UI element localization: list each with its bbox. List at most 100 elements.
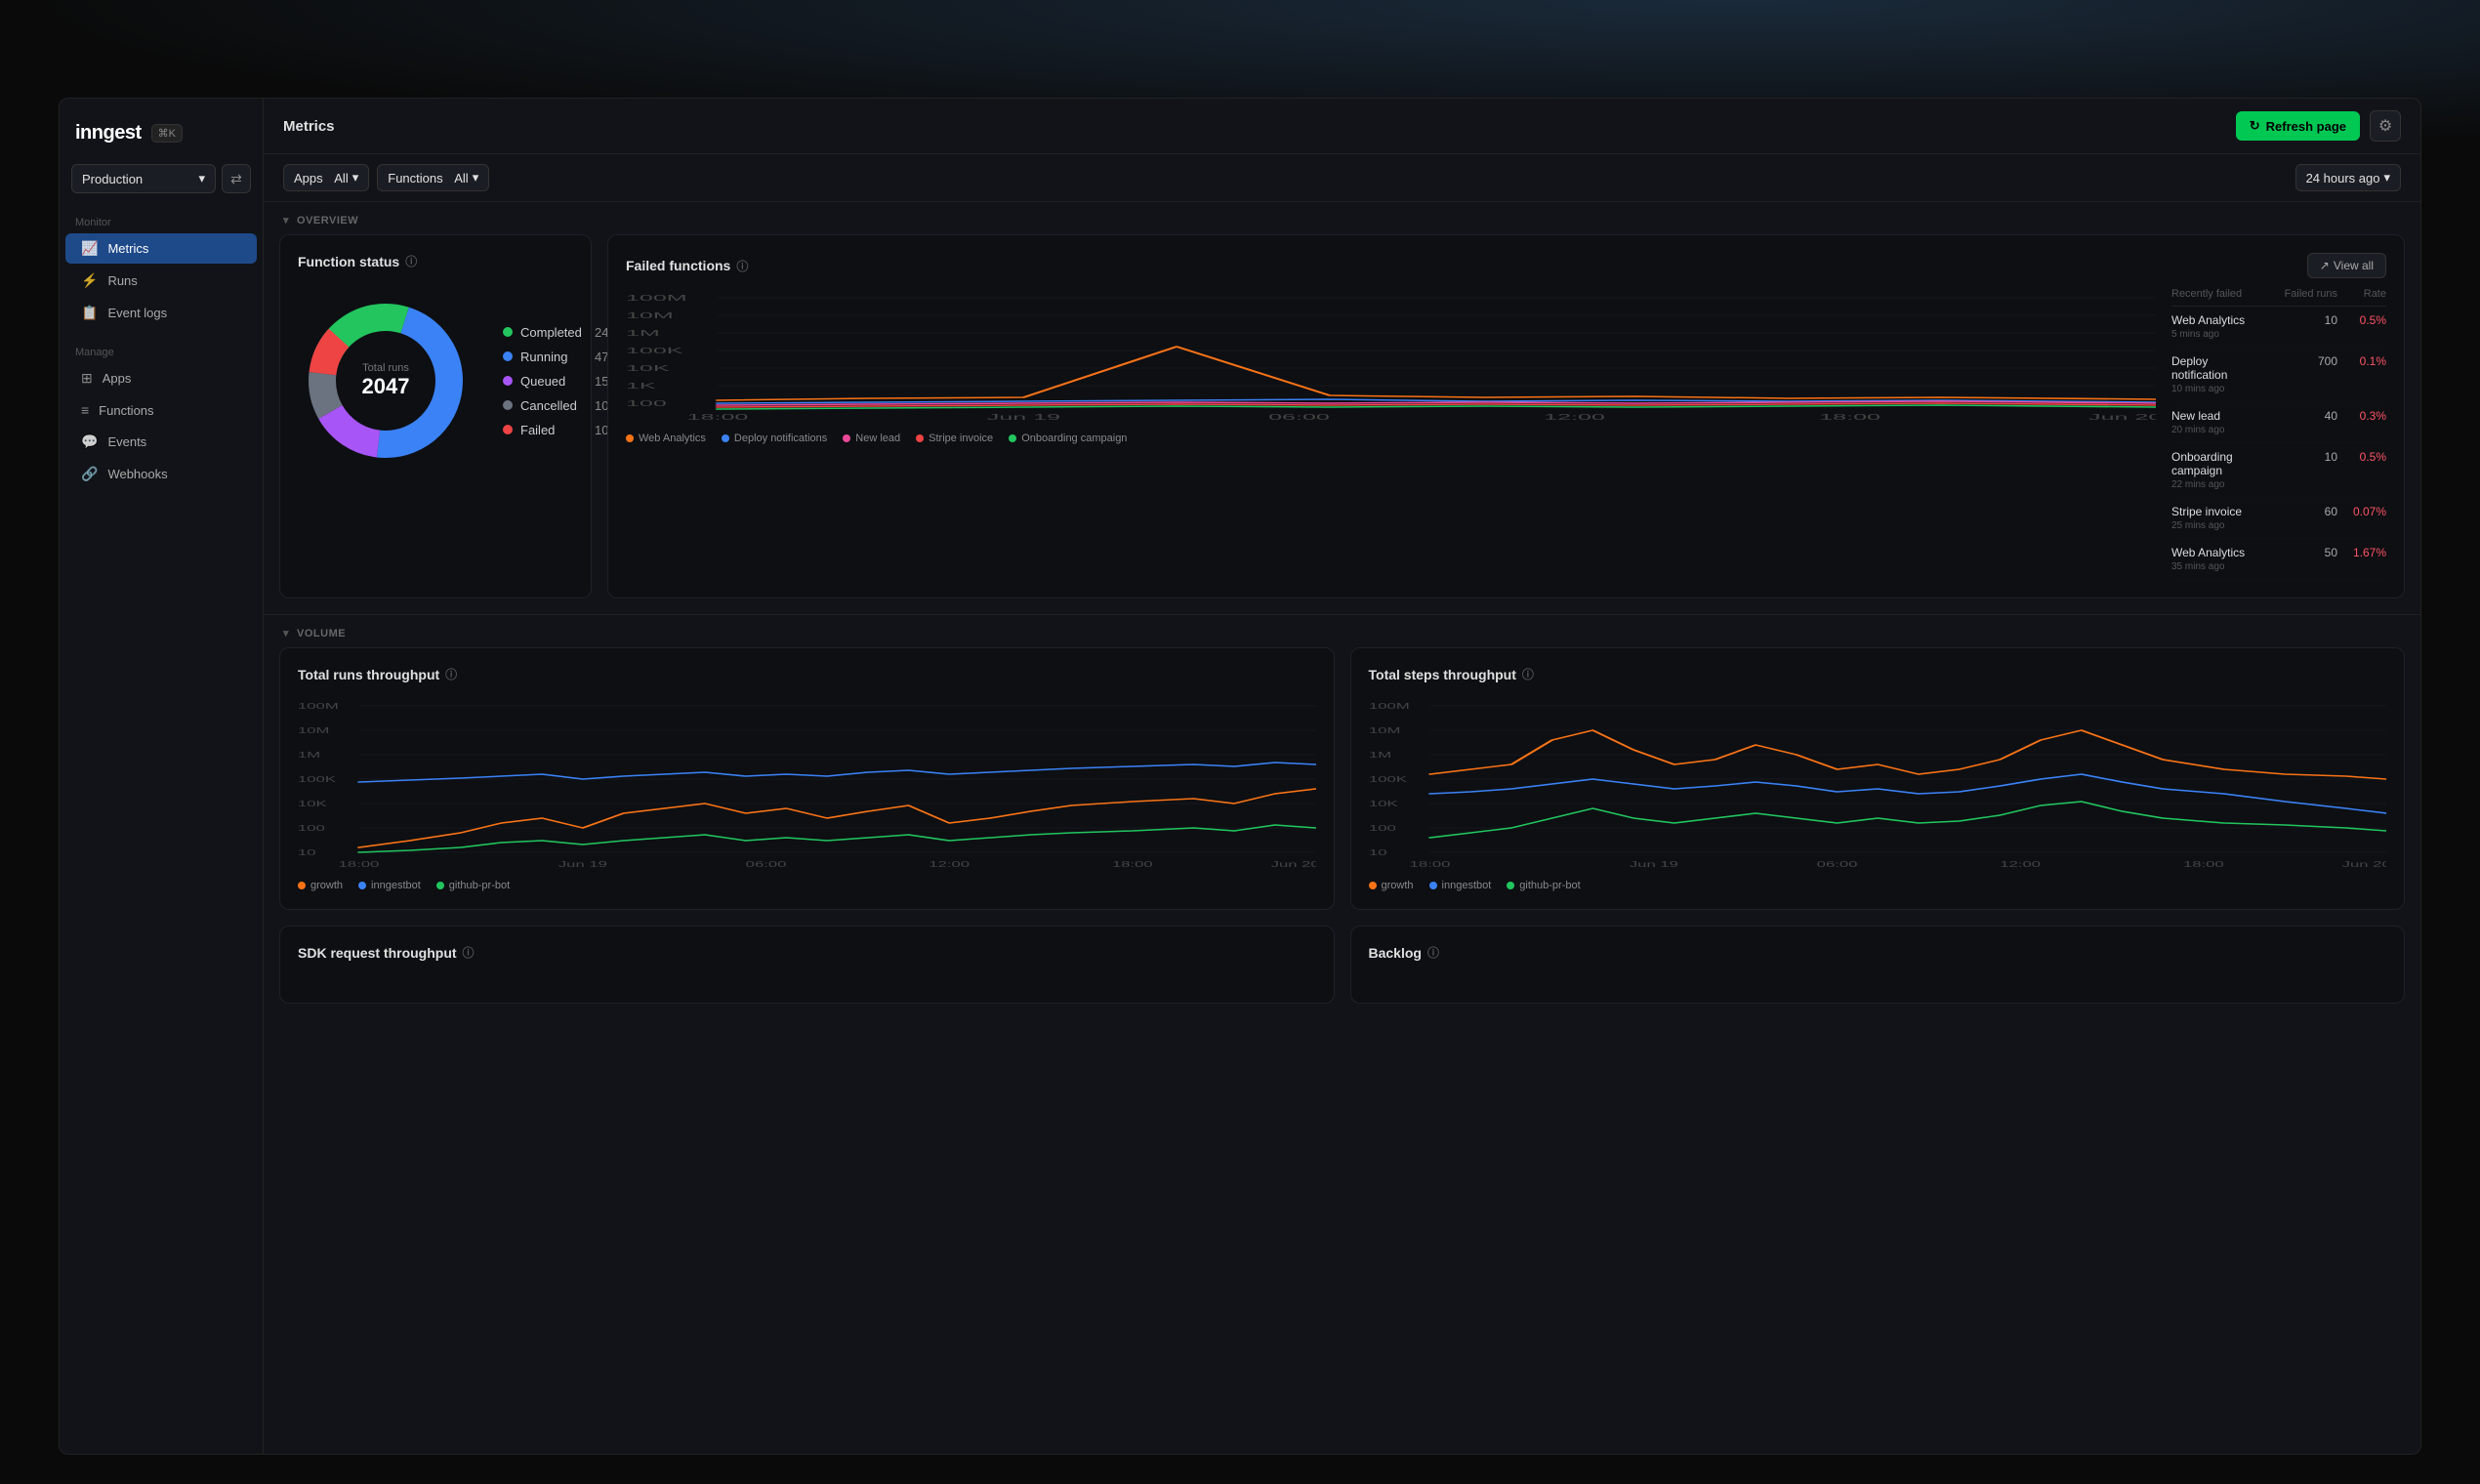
svg-text:100M: 100M [1369, 702, 1410, 711]
info-icon[interactable]: ⓘ [463, 944, 475, 961]
svg-text:18:00: 18:00 [687, 413, 749, 422]
info-icon[interactable]: ⓘ [1427, 944, 1439, 961]
main-content: Metrics ↻ Refresh page ⚙ Apps All ▾ [264, 98, 2421, 1455]
chevron-down-icon: ▾ [473, 170, 479, 186]
svg-text:18:00: 18:00 [2182, 860, 2223, 869]
cancelled-dot [503, 400, 513, 410]
svg-text:1M: 1M [298, 751, 320, 760]
dot [722, 434, 729, 442]
svg-text:12:00: 12:00 [2000, 860, 2041, 869]
failed-card-header: Failed functions ⓘ ↗ View all [626, 253, 2386, 278]
info-icon[interactable]: ⓘ [736, 258, 748, 274]
legend-item: Deploy notifications [722, 433, 827, 444]
svg-text:1K: 1K [626, 382, 656, 391]
chart-legend: Web Analytics Deploy notifications New l… [626, 425, 2156, 444]
info-icon[interactable]: ⓘ [1522, 666, 1534, 682]
events-icon: 💬 [81, 433, 98, 450]
info-icon[interactable]: ⓘ [405, 253, 417, 269]
dot [1369, 882, 1377, 889]
svg-text:Jun 20: Jun 20 [2341, 860, 2386, 869]
sidebar-item-label: Event logs [107, 306, 167, 320]
svg-text:06:00: 06:00 [1816, 860, 1857, 869]
legend-item: New lead [843, 433, 900, 444]
backlog-card: Backlog ⓘ [1350, 926, 2406, 1004]
svg-text:06:00: 06:00 [1268, 413, 1330, 422]
legend-item: Stripe invoice [916, 433, 993, 444]
dot [436, 882, 444, 889]
sidebar: inngest ⌘K Production ▾ ⇄ Monitor 📈 Metr… [59, 98, 264, 1455]
sidebar-item-events[interactable]: 💬 Events [65, 427, 257, 457]
svg-text:12:00: 12:00 [1544, 413, 1605, 422]
overview-cards-row: Function status ⓘ [264, 234, 2420, 614]
chevron-down-icon: ▾ [198, 171, 205, 186]
total-runs-title: Total runs throughput ⓘ [298, 666, 1316, 682]
sidebar-item-label: Metrics [107, 241, 148, 256]
svg-text:10K: 10K [298, 800, 327, 808]
failed-functions-card: Failed functions ⓘ ↗ View all [607, 234, 2405, 598]
chevron-down-icon: ▾ [2383, 170, 2390, 186]
time-value: 24 hours ago [2306, 171, 2380, 186]
functions-filter[interactable]: Functions All ▾ [377, 164, 489, 191]
steps-chart-legend: growth inngestbot github-pr-bot [1369, 872, 2387, 891]
section-toggle-volume[interactable]: ▾ [283, 627, 289, 639]
runs-chart-legend: growth inngestbot github-pr-bot [298, 872, 1316, 891]
completed-dot [503, 327, 513, 337]
failed-table: Recently failed Failed runs Rate Web Ana… [2171, 288, 2386, 580]
sidebar-item-webhooks[interactable]: 🔗 Webhooks [65, 459, 257, 489]
env-settings-button[interactable]: ⇄ [222, 164, 251, 193]
svg-text:Jun 19: Jun 19 [1629, 860, 1677, 869]
svg-text:10M: 10M [298, 726, 329, 735]
refresh-button[interactable]: ↻ Refresh page [2236, 111, 2360, 141]
sidebar-item-functions[interactable]: ≡ Functions [65, 395, 257, 425]
legend-item: Failed 10% [503, 423, 620, 437]
svg-text:10: 10 [298, 848, 316, 857]
sidebar-item-event-logs[interactable]: 📋 Event logs [65, 298, 257, 328]
dashboard-body: ▾ OVERVIEW Function status ⓘ [264, 202, 2420, 1454]
bottom-cards-row: SDK request throughput ⓘ Backlog ⓘ [264, 926, 2420, 1019]
sdk-request-card: SDK request throughput ⓘ [279, 926, 1335, 1004]
svg-text:Jun 19: Jun 19 [558, 860, 607, 869]
gear-icon: ⚙ [2378, 116, 2392, 136]
logo-shortcut[interactable]: ⌘K [151, 124, 183, 143]
svg-text:100M: 100M [298, 702, 339, 711]
apps-filter[interactable]: Apps All ▾ [283, 164, 369, 191]
apps-icon: ⊞ [81, 370, 93, 387]
view-all-button[interactable]: ↗ View all [2307, 253, 2386, 278]
svg-text:100K: 100K [298, 775, 336, 784]
total-steps-title: Total steps throughput ⓘ [1369, 666, 2387, 682]
legend-item: Completed 24% [503, 325, 620, 340]
time-filter[interactable]: 24 hours ago ▾ [2295, 164, 2401, 191]
dot [626, 434, 634, 442]
logo-area: inngest ⌘K [60, 114, 263, 164]
filter-group-left: Apps All ▾ Functions All ▾ [283, 164, 489, 191]
svg-text:1M: 1M [1369, 751, 1391, 760]
legend-item: Web Analytics [626, 433, 706, 444]
svg-text:100: 100 [1369, 824, 1396, 833]
functions-value: All [454, 171, 468, 186]
failed-dot [503, 425, 513, 434]
failed-content: 100M 10M 1M 100K 10K 1K 100 [626, 288, 2386, 580]
sidebar-item-label: Events [107, 434, 146, 449]
sidebar-item-metrics[interactable]: 📈 Metrics [65, 233, 257, 264]
overview-label: OVERVIEW [297, 215, 358, 227]
sidebar-item-apps[interactable]: ⊞ Apps [65, 363, 257, 393]
section-toggle-overview[interactable]: ▾ [283, 214, 289, 227]
legend-item: Queued 15% [503, 374, 620, 389]
table-row: New lead 20 mins ago 40 0.3% [2171, 402, 2386, 443]
sidebar-item-runs[interactable]: ⚡ Runs [65, 266, 257, 296]
legend-item: Onboarding campaign [1009, 433, 1127, 444]
info-icon[interactable]: ⓘ [445, 666, 457, 682]
donut-container: Total runs 2047 Completed 24% [298, 283, 573, 478]
svg-text:10M: 10M [1369, 726, 1400, 735]
svg-text:1M: 1M [626, 329, 660, 338]
env-dropdown[interactable]: Production ▾ [71, 164, 216, 193]
svg-text:100K: 100K [1369, 775, 1407, 784]
dot [843, 434, 850, 442]
topbar-actions: ↻ Refresh page ⚙ [2236, 110, 2401, 142]
functions-label: Functions [388, 171, 442, 186]
webhooks-icon: 🔗 [81, 466, 98, 482]
volume-label: VOLUME [297, 628, 346, 639]
settings-button[interactable]: ⚙ [2370, 110, 2401, 142]
topbar: Metrics ↻ Refresh page ⚙ [264, 99, 2420, 154]
queued-dot [503, 376, 513, 386]
